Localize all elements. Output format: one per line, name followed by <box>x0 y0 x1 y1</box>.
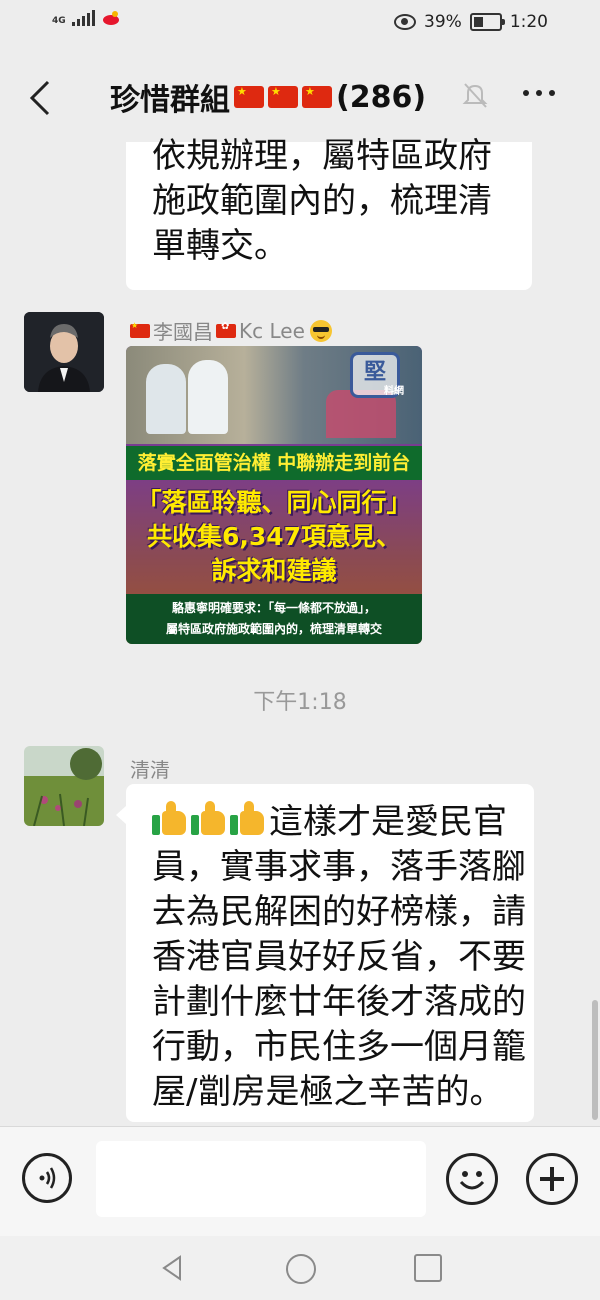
thumbs-up-icon <box>152 801 188 837</box>
news-main-line: 「落區聆聽、同心同行」 <box>136 488 412 517</box>
network-label: 4G <box>52 16 66 26</box>
system-nav-bar <box>0 1236 600 1300</box>
message-text: 這樣才是愛民官 員，實事求事，落手落腳 去為民解困的好榜樣，請 香港官員好好反省… <box>152 800 526 1115</box>
mute-bell-icon <box>460 80 490 110</box>
china-flag-icon <box>268 85 298 108</box>
voice-icon[interactable] <box>22 1153 72 1203</box>
nav-recent-apps-icon[interactable] <box>414 1254 442 1282</box>
input-bar <box>0 1126 600 1237</box>
news-main-text: 「落區聆聽、同心同行」 共收集6,347項意見、 訴求和建議 <box>126 486 422 588</box>
eye-comfort-icon <box>394 14 417 30</box>
news-footer-line: 駱惠寧明確要求：「每一條都不放過」， <box>171 601 376 615</box>
thumbs-up-icon <box>230 801 266 837</box>
back-arrow-icon[interactable] <box>28 78 52 118</box>
china-flag-icon <box>302 85 332 108</box>
avatar[interactable] <box>24 312 104 392</box>
news-footer: 駱惠寧明確要求：「每一條都不放過」， 屬特區政府施政範圍內的，梳理清單轉交 <box>126 594 422 644</box>
news-footer-line: 屬特區政府施政範圍內的，梳理清單轉交 <box>165 622 382 636</box>
status-left: 4G <box>52 10 121 26</box>
group-name: 珍惜群組 <box>110 83 230 118</box>
avatar[interactable] <box>24 746 104 826</box>
message-body: 這樣才是愛民官 員，實事求事，落手落腳 去為民解困的好榜樣，請 香港官員好好反省… <box>152 802 526 1112</box>
china-flag-icon <box>130 321 150 338</box>
news-main-line: 共收集6,347項意見、 <box>146 522 402 551</box>
plus-icon[interactable] <box>526 1153 578 1205</box>
sina-app-icon <box>101 10 121 26</box>
sender-name-text: 李國昌 <box>153 320 213 344</box>
emoji-icon[interactable] <box>446 1153 498 1205</box>
news-main-line: 訴求和建議 <box>211 556 337 585</box>
message-bubble[interactable]: 這樣才是愛民官 員，實事求事，落手落腳 去為民解困的好榜樣，請 香港官員好好反省… <box>116 784 534 1122</box>
battery-icon <box>469 13 505 31</box>
news-logo-sub: 料網 <box>384 386 404 397</box>
hong-kong-flag-icon <box>216 321 236 338</box>
message-input[interactable] <box>96 1141 426 1217</box>
image-message[interactable]: 堅 料網 落實全面管治權 中聯辦走到前台 「落區聆聽、同心同行」 共收集6,34… <box>126 346 422 644</box>
signal-icon <box>71 10 95 26</box>
nav-home-icon[interactable] <box>286 1254 316 1284</box>
message-bubble[interactable]: 依規辦理，屬特區政府 施政範圍內的，梳理清 單轉交。 <box>126 136 532 290</box>
sender-name: 清清 <box>130 754 170 783</box>
message-text: 依規辦理，屬特區政府 施政範圍內的，梳理清 單轉交。 <box>152 136 492 266</box>
more-icon[interactable] <box>523 90 555 96</box>
message-timestamp: 下午1:18 <box>253 690 347 715</box>
battery-fill <box>473 17 483 27</box>
sender-name-text: 清清 <box>130 758 170 782</box>
status-bar: 4G 39% 1:20 <box>0 0 600 46</box>
news-headline: 落實全面管治權 中聯辦走到前台 <box>126 446 422 480</box>
china-flag-icon <box>234 85 264 108</box>
battery-percent: 39% <box>424 12 462 32</box>
chat-header: 珍惜群組 (286) <box>0 50 600 142</box>
thumbs-up-icon <box>191 801 227 837</box>
nav-back-icon[interactable] <box>158 1254 186 1282</box>
clock: 1:20 <box>509 12 548 32</box>
sender-name-suffix: Kc Lee <box>239 318 305 343</box>
sunglasses-emoji-icon <box>309 319 332 342</box>
member-count: (286) <box>336 79 427 115</box>
sender-name: 李國昌 Kc Lee <box>130 316 332 345</box>
chat-title: 珍惜群組 (286) <box>110 74 426 120</box>
scrollbar[interactable] <box>592 1000 598 1120</box>
status-right: 39% 1:20 <box>394 12 548 32</box>
